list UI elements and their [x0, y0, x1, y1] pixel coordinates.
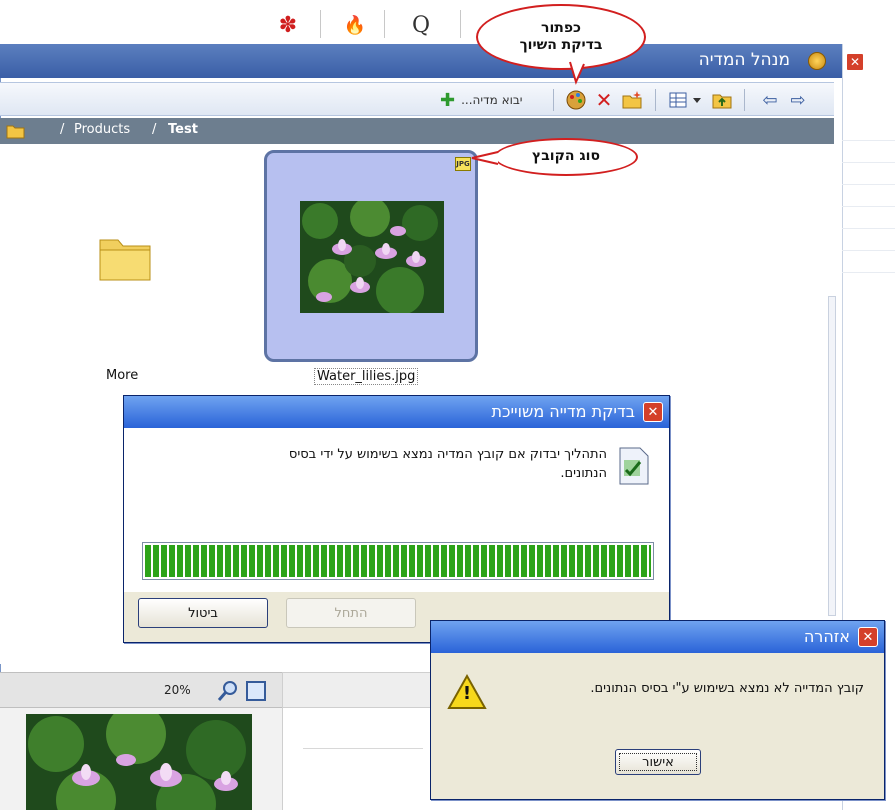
preview-side-panel — [282, 672, 432, 708]
divider — [842, 250, 895, 251]
close-icon[interactable]: ✕ — [643, 402, 663, 422]
progress-bar — [142, 542, 654, 580]
breadcrumb-separator: / — [152, 122, 157, 137]
divider — [842, 140, 895, 141]
callout-pointer — [471, 151, 499, 165]
breadcrumb-products[interactable]: Products — [74, 122, 130, 137]
new-folder-icon — [622, 91, 642, 109]
window-close-button[interactable]: ✕ — [846, 53, 864, 71]
image-preview-area — [0, 708, 282, 810]
divider — [842, 206, 895, 207]
plus-icon: ✚ — [440, 89, 456, 111]
fit-icon[interactable] — [244, 679, 268, 703]
divider — [303, 748, 423, 749]
divider — [460, 10, 461, 38]
toolbar: יבוא מדיה... ✚ ✕ ⇦ ⇨ — [0, 82, 834, 116]
divider — [320, 10, 321, 38]
window-title: מנהל המדיה — [698, 50, 790, 70]
ok-button[interactable]: אישור — [615, 749, 701, 775]
progress-fill — [145, 545, 651, 577]
divider — [842, 162, 895, 163]
folder-icon — [6, 125, 25, 139]
folder-up-icon — [712, 94, 732, 109]
file-item-water-lilies[interactable]: JPG — [264, 150, 478, 362]
palette-check-icon — [566, 90, 586, 110]
window-titlebar: מנהל המדיה — [0, 44, 842, 78]
breadcrumb-separator: / — [60, 122, 65, 137]
new-folder-button[interactable] — [620, 88, 644, 112]
divider — [384, 10, 385, 38]
arrow-right-icon: ⇨ — [790, 89, 806, 111]
breadcrumb: / Products / Test — [0, 118, 834, 144]
preview-details — [282, 708, 432, 810]
panel-splitter[interactable] — [828, 296, 836, 616]
zoom-level: 20% — [164, 683, 191, 697]
breadcrumb-test: Test — [168, 122, 198, 137]
delete-x-icon: ✕ — [595, 88, 613, 112]
import-media-button[interactable]: יבוא מדיה... ✚ — [440, 88, 523, 112]
divider — [744, 89, 745, 111]
flower-icon[interactable]: ✽ — [273, 10, 303, 40]
view-grid-icon — [669, 92, 701, 108]
check-association-button[interactable] — [564, 88, 588, 112]
import-media-label: יבוא מדיה... — [461, 93, 523, 107]
folder-item-more[interactable] — [96, 228, 154, 284]
close-icon[interactable]: ✕ — [858, 627, 878, 647]
jpg-badge-icon: JPG — [455, 157, 471, 171]
divider — [842, 184, 895, 185]
check-dialog-title: בדיקת מדייה משוייכת — [491, 402, 635, 421]
start-button[interactable]: התחל — [286, 598, 416, 628]
water-lilies-preview — [26, 714, 252, 810]
divider — [553, 89, 554, 111]
folder-label: More — [106, 368, 139, 383]
warning-dialog-title: אזהרה — [803, 627, 850, 646]
top-icon-strip — [0, 0, 895, 44]
divider — [842, 228, 895, 229]
back-button[interactable]: ⇦ — [758, 88, 782, 112]
document-check-icon — [619, 447, 649, 485]
cancel-button[interactable]: ביטול — [138, 598, 268, 628]
divider — [842, 272, 895, 273]
folder-icon — [99, 239, 151, 281]
preview-toolbar: 20% — [0, 672, 282, 708]
folder-up-button[interactable] — [710, 88, 734, 112]
zoom-icon[interactable] — [216, 679, 240, 703]
callout-pointer — [569, 61, 585, 85]
file-label: Water_lilies.jpg — [314, 368, 419, 385]
warning-exclamation: ! — [462, 683, 472, 704]
callout-check-button: כפתור בדיקת השיוך — [476, 4, 646, 70]
forward-button[interactable]: ⇨ — [786, 88, 810, 112]
view-mode-button[interactable] — [668, 88, 704, 112]
app-gear-icon — [808, 52, 826, 70]
search-q-icon[interactable]: Q — [406, 10, 436, 40]
divider — [655, 89, 656, 111]
warning-dialog: אזהרה ✕ ! קובץ המדייה לא נמצא בשימוש ע"י… — [430, 620, 885, 800]
delete-button[interactable]: ✕ — [592, 88, 616, 112]
check-dialog: בדיקת מדייה משוייכת ✕ התהליך יבדוק אם קו… — [123, 395, 670, 643]
check-dialog-titlebar: בדיקת מדייה משוייכת ✕ — [124, 396, 669, 428]
arrow-left-icon: ⇦ — [762, 89, 778, 111]
warning-dialog-message: קובץ המדייה לא נמצא בשימוש ע"י בסיס הנתו… — [590, 681, 864, 696]
check-dialog-message: התהליך יבדוק אם קובץ המדיה נמצא בשימוש ע… — [288, 447, 607, 481]
fire-icon[interactable]: 🔥 — [340, 10, 370, 40]
water-lilies-thumbnail — [300, 201, 444, 313]
callout-file-type: סוג הקובץ — [494, 138, 638, 176]
warning-dialog-titlebar: אזהרה ✕ — [431, 621, 884, 653]
